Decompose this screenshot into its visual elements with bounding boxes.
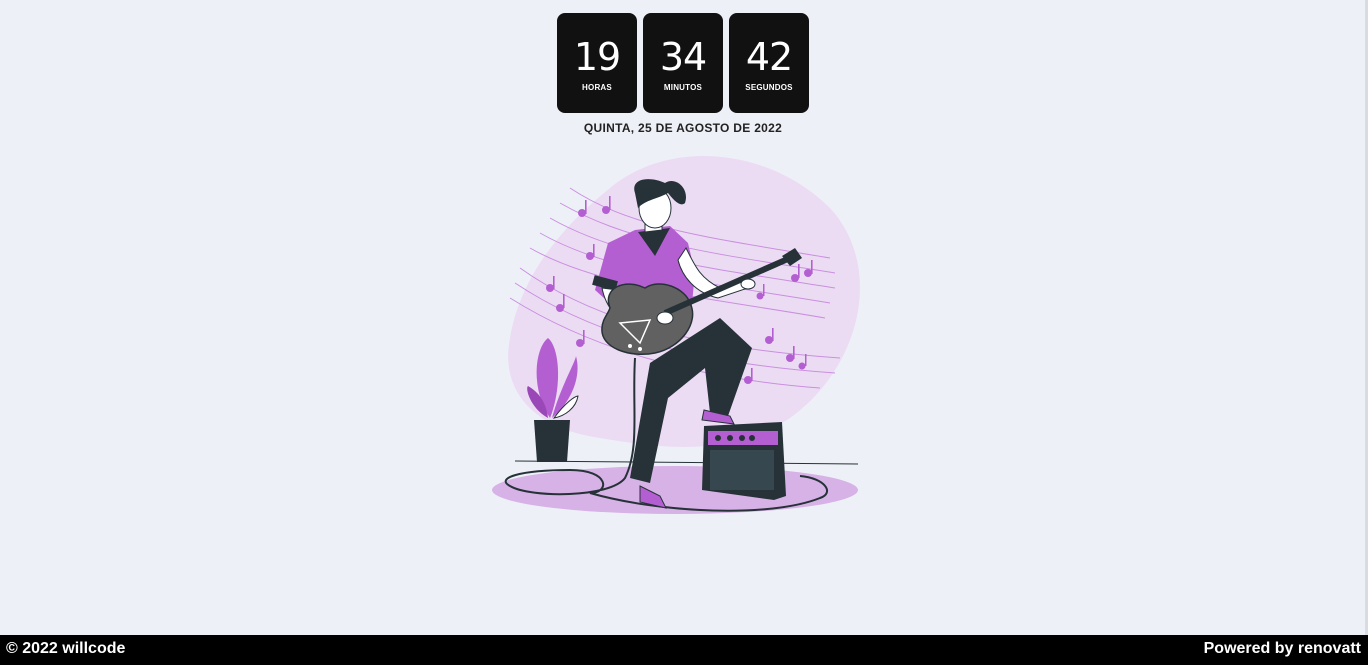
- minutes-value: 34: [659, 35, 707, 79]
- seconds-value: 42: [745, 35, 793, 79]
- seconds-label: SEGUNDOS: [745, 83, 793, 92]
- minutes-label: MINUTOS: [663, 83, 703, 92]
- hours-label: HORAS: [582, 83, 612, 92]
- strumming-hand: [656, 311, 674, 325]
- seconds-box: 42 SEGUNDOS: [729, 13, 809, 113]
- footer: © 2022 willcode Powered by renovatt: [0, 635, 1368, 665]
- hours-box: 19 HORAS: [557, 13, 637, 113]
- page: 19 HORAS 34 MINUTOS 42 SEGUNDOS QUINTA, …: [0, 0, 1368, 665]
- floor-shadow: [492, 466, 858, 514]
- fretting-hand: [740, 278, 756, 290]
- clock: 19 HORAS 34 MINUTOS 42 SEGUNDOS: [557, 13, 809, 113]
- minutes-box: 34 MINUTOS: [643, 13, 723, 113]
- guitarist-illustration: [492, 155, 860, 514]
- powered-by-text: Powered by renovatt: [1203, 640, 1361, 657]
- hours-value: 19: [573, 35, 621, 79]
- current-date: QUINTA, 25 DE AGOSTO DE 2022: [583, 121, 783, 135]
- copyright-text: © 2022 willcode: [6, 640, 126, 657]
- amplifier: [702, 422, 786, 500]
